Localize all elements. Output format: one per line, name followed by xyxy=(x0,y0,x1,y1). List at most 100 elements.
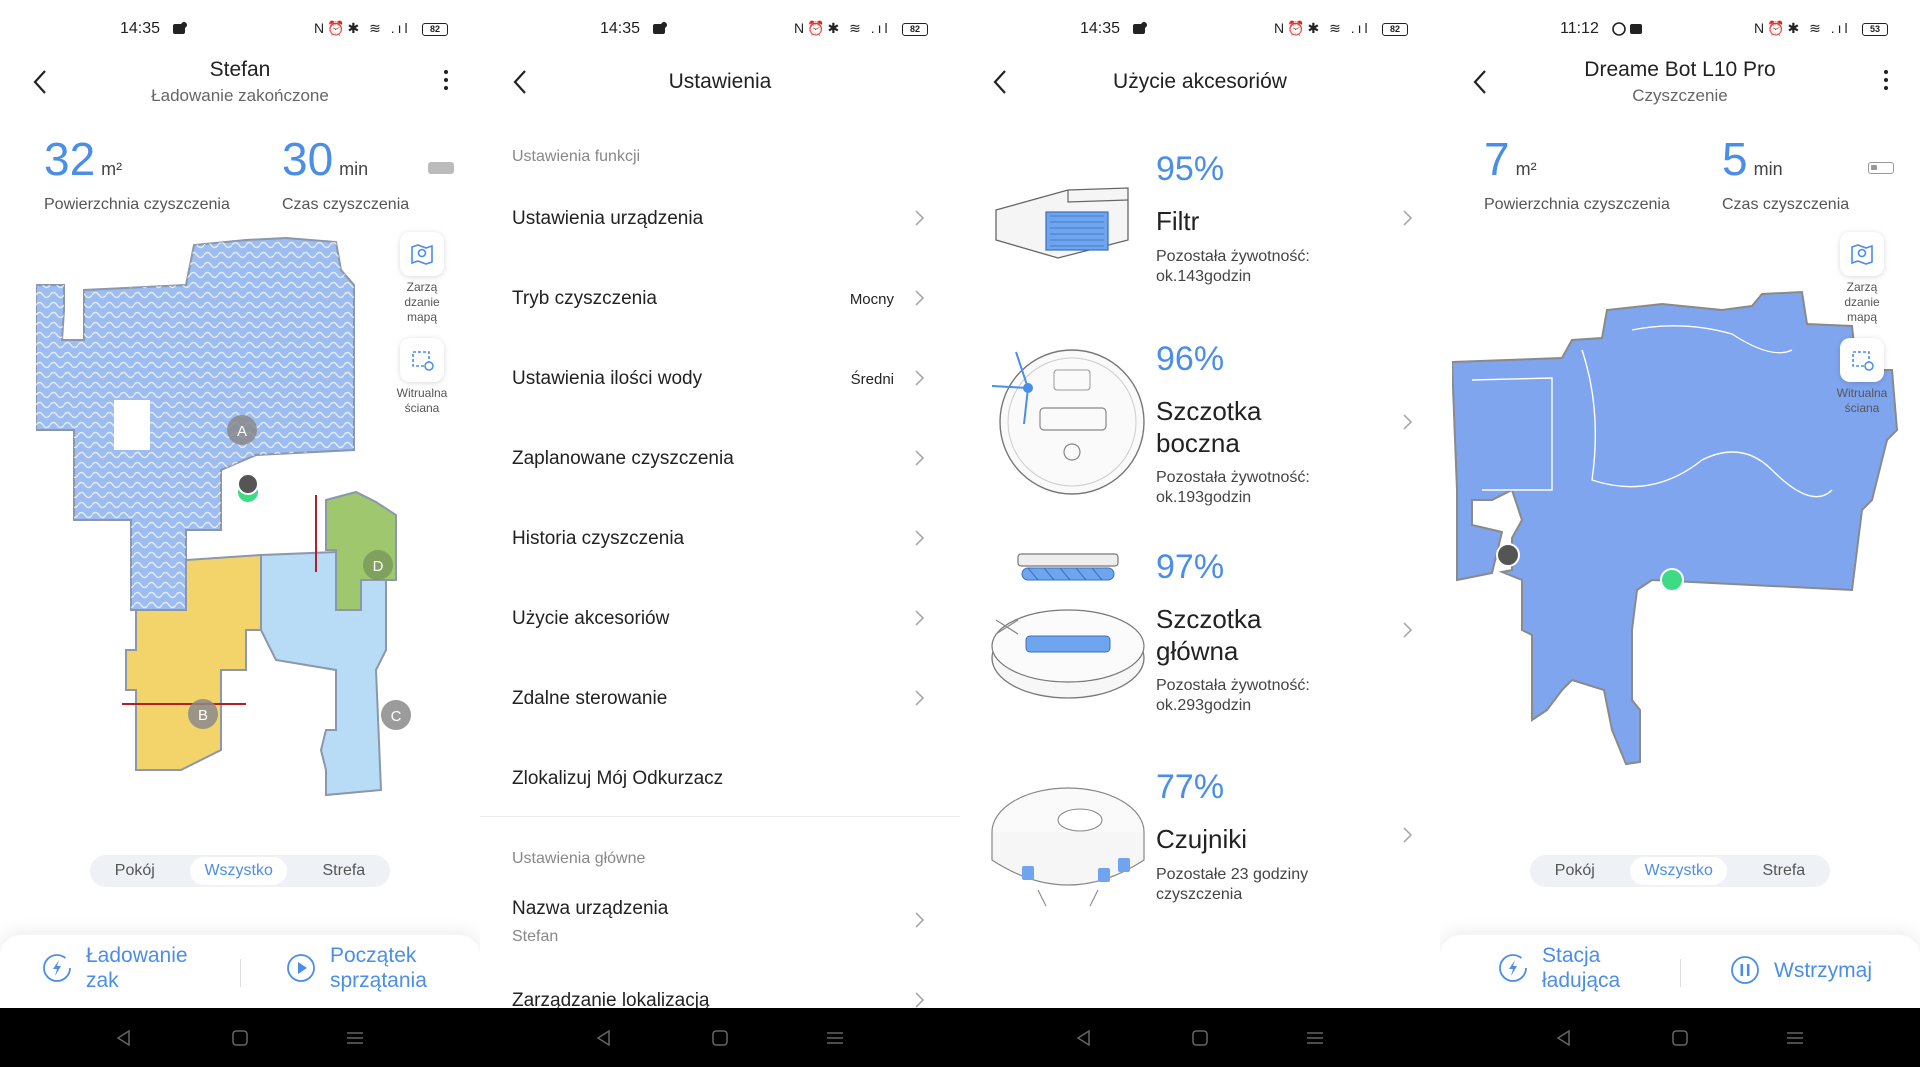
row-label: Tryb czyszczenia xyxy=(512,288,657,309)
area-value: 32 xyxy=(44,133,96,185)
row-label: Historia czyszczenia xyxy=(512,528,685,549)
room-marker-c[interactable]: C xyxy=(381,700,411,730)
area-stat: 32 m² Powierzchnia czyszczenia xyxy=(44,136,230,214)
map-management-button[interactable]: Zarzą dzanie mapą xyxy=(1830,232,1894,325)
action-bar: Ładowanie zak Początek sprzątania xyxy=(0,935,480,1008)
accessory-name: Szczotka boczna xyxy=(1156,396,1262,458)
page-title: Użycie akcesoriów xyxy=(1113,70,1287,93)
room-marker-d[interactable]: D xyxy=(363,550,393,580)
row-label: Zaplanowane czyszczenia xyxy=(512,448,734,469)
pause-icon xyxy=(1731,956,1759,984)
robot-position-icon xyxy=(237,473,259,495)
segment-room[interactable]: Pokój xyxy=(101,857,169,885)
side-brush-image xyxy=(991,349,1145,495)
chevron-right-icon xyxy=(915,610,925,626)
room-label-d: D xyxy=(373,558,384,575)
virtual-wall-button[interactable]: Witrualna ściana xyxy=(1830,338,1894,416)
status-icons: N⏰✱ ≋ .ıl xyxy=(794,20,891,36)
battery-icon: 82 xyxy=(1382,23,1408,36)
screen-map-stefan: 14:35 N⏰✱ ≋ .ıl 82 Stefan Ładowanie zako… xyxy=(0,0,480,1008)
segment-all[interactable]: Wszystko xyxy=(1630,857,1727,885)
chevron-left-icon xyxy=(33,70,46,94)
chevron-right-icon[interactable] xyxy=(1400,410,1414,434)
room-marker-b[interactable]: B xyxy=(188,699,218,729)
back-button[interactable] xyxy=(1470,68,1490,96)
segment-zone[interactable]: Strefa xyxy=(1749,857,1820,885)
status-time: 11:12 xyxy=(1560,20,1599,37)
section-title-main: Ustawienia główne xyxy=(512,850,646,867)
time-unit: min xyxy=(339,159,369,179)
settings-row-device[interactable]: Ustawienia urządzenia xyxy=(512,208,930,258)
section-divider xyxy=(480,816,960,817)
accessory-percent: 97% xyxy=(1156,548,1225,586)
settings-row-device-name[interactable]: Nazwa urządzenia Stefan xyxy=(512,898,930,948)
accessory-name: Czujniki xyxy=(1156,824,1248,854)
charging-station-button[interactable]: Stacja ładująca xyxy=(1498,943,1632,993)
virtual-wall-label: Witrualna ściana xyxy=(1836,386,1888,415)
room-marker-a[interactable]: A xyxy=(227,415,257,445)
row-label: Ustawienia urządzenia xyxy=(512,208,704,229)
nav-back-icon[interactable] xyxy=(114,1028,134,1048)
area-label: Powierzchnia czyszczenia xyxy=(44,196,230,213)
app-notification-icon xyxy=(1133,22,1147,34)
area-value: 7 xyxy=(1484,133,1510,185)
nav-menu-icon[interactable] xyxy=(345,1028,365,1048)
nav-menu-icon[interactable] xyxy=(1785,1028,1805,1048)
map-management-button[interactable]: Zarzą dzanie mapą xyxy=(390,232,454,325)
area-unit: m² xyxy=(1515,159,1537,179)
nav-home-icon[interactable] xyxy=(1190,1028,1210,1048)
chevron-right-icon[interactable] xyxy=(1400,618,1414,642)
page-title: Dreame Bot L10 Pro xyxy=(1584,58,1776,81)
accessory-percent: 96% xyxy=(1156,340,1225,378)
pause-label: Wstrzymaj xyxy=(1774,958,1872,982)
map-mode-segmented-control: Pokój Wszystko Strefa xyxy=(90,855,390,887)
charging-button[interactable]: Ładowanie zak xyxy=(42,943,206,993)
nav-home-icon[interactable] xyxy=(1670,1028,1690,1048)
charging-dock-icon xyxy=(1660,568,1684,592)
action-bar: Stacja ładująca Wstrzymaj xyxy=(1440,935,1920,1008)
nav-back-icon[interactable] xyxy=(594,1028,614,1048)
status-time: 14:35 xyxy=(600,20,641,37)
settings-row-locate[interactable]: Zlokalizuj Mój Odkurzacz xyxy=(512,768,930,818)
nav-back-icon[interactable] xyxy=(1074,1028,1094,1048)
back-button[interactable] xyxy=(30,68,50,96)
cleaning-map[interactable]: A B C D xyxy=(36,230,446,830)
chevron-right-icon xyxy=(915,992,925,1008)
area-label: Powierzchnia czyszczenia xyxy=(1484,196,1670,213)
segment-room[interactable]: Pokój xyxy=(1541,857,1609,885)
chevron-right-icon[interactable] xyxy=(1400,823,1414,847)
more-menu-icon[interactable] xyxy=(442,70,450,94)
settings-row-remote-control[interactable]: Zdalne sterowanie xyxy=(512,688,930,738)
app-notification-icons xyxy=(1612,22,1642,36)
settings-row-history[interactable]: Historia czyszczenia xyxy=(512,528,930,578)
virtual-wall-button[interactable]: Witrualna ściana xyxy=(390,338,454,416)
robot-battery-icon xyxy=(428,162,454,174)
nav-home-icon[interactable] xyxy=(230,1028,250,1048)
settings-row-cleaning-mode[interactable]: Tryb czyszczenia Mocny xyxy=(512,288,930,338)
settings-row-location[interactable]: Zarządzanie lokalizacją xyxy=(512,990,930,1008)
row-label: Użycie akcesoriów xyxy=(512,608,670,629)
accessory-percent: 95% xyxy=(1156,150,1225,188)
segment-all[interactable]: Wszystko xyxy=(190,857,287,885)
nav-menu-icon[interactable] xyxy=(1305,1028,1325,1048)
nav-home-icon[interactable] xyxy=(710,1028,730,1048)
back-button[interactable] xyxy=(510,68,530,96)
more-menu-icon[interactable] xyxy=(1882,70,1890,94)
nav-back-icon[interactable] xyxy=(1554,1028,1574,1048)
chevron-left-icon xyxy=(993,70,1006,94)
settings-row-water-level[interactable]: Ustawienia ilości wody Średni xyxy=(512,368,930,418)
pause-button[interactable]: Wstrzymaj xyxy=(1730,955,1872,985)
page-subtitle: Ładowanie zakończone xyxy=(151,86,329,105)
settings-row-schedule[interactable]: Zaplanowane czyszczenia xyxy=(512,448,930,498)
back-button[interactable] xyxy=(990,68,1010,96)
settings-row-accessories[interactable]: Użycie akcesoriów xyxy=(512,608,930,658)
row-value: Mocny xyxy=(849,291,894,308)
status-bar: 14:35 N⏰✱ ≋ .ıl 82 xyxy=(0,18,480,42)
segment-zone[interactable]: Strefa xyxy=(309,857,380,885)
charge-icon xyxy=(1499,954,1527,982)
chevron-right-icon[interactable] xyxy=(1400,206,1414,230)
nav-menu-icon[interactable] xyxy=(825,1028,845,1048)
room-label-a: A xyxy=(237,423,247,440)
start-cleaning-button[interactable]: Początek sprzątania xyxy=(286,943,440,993)
charge-icon xyxy=(43,954,71,982)
